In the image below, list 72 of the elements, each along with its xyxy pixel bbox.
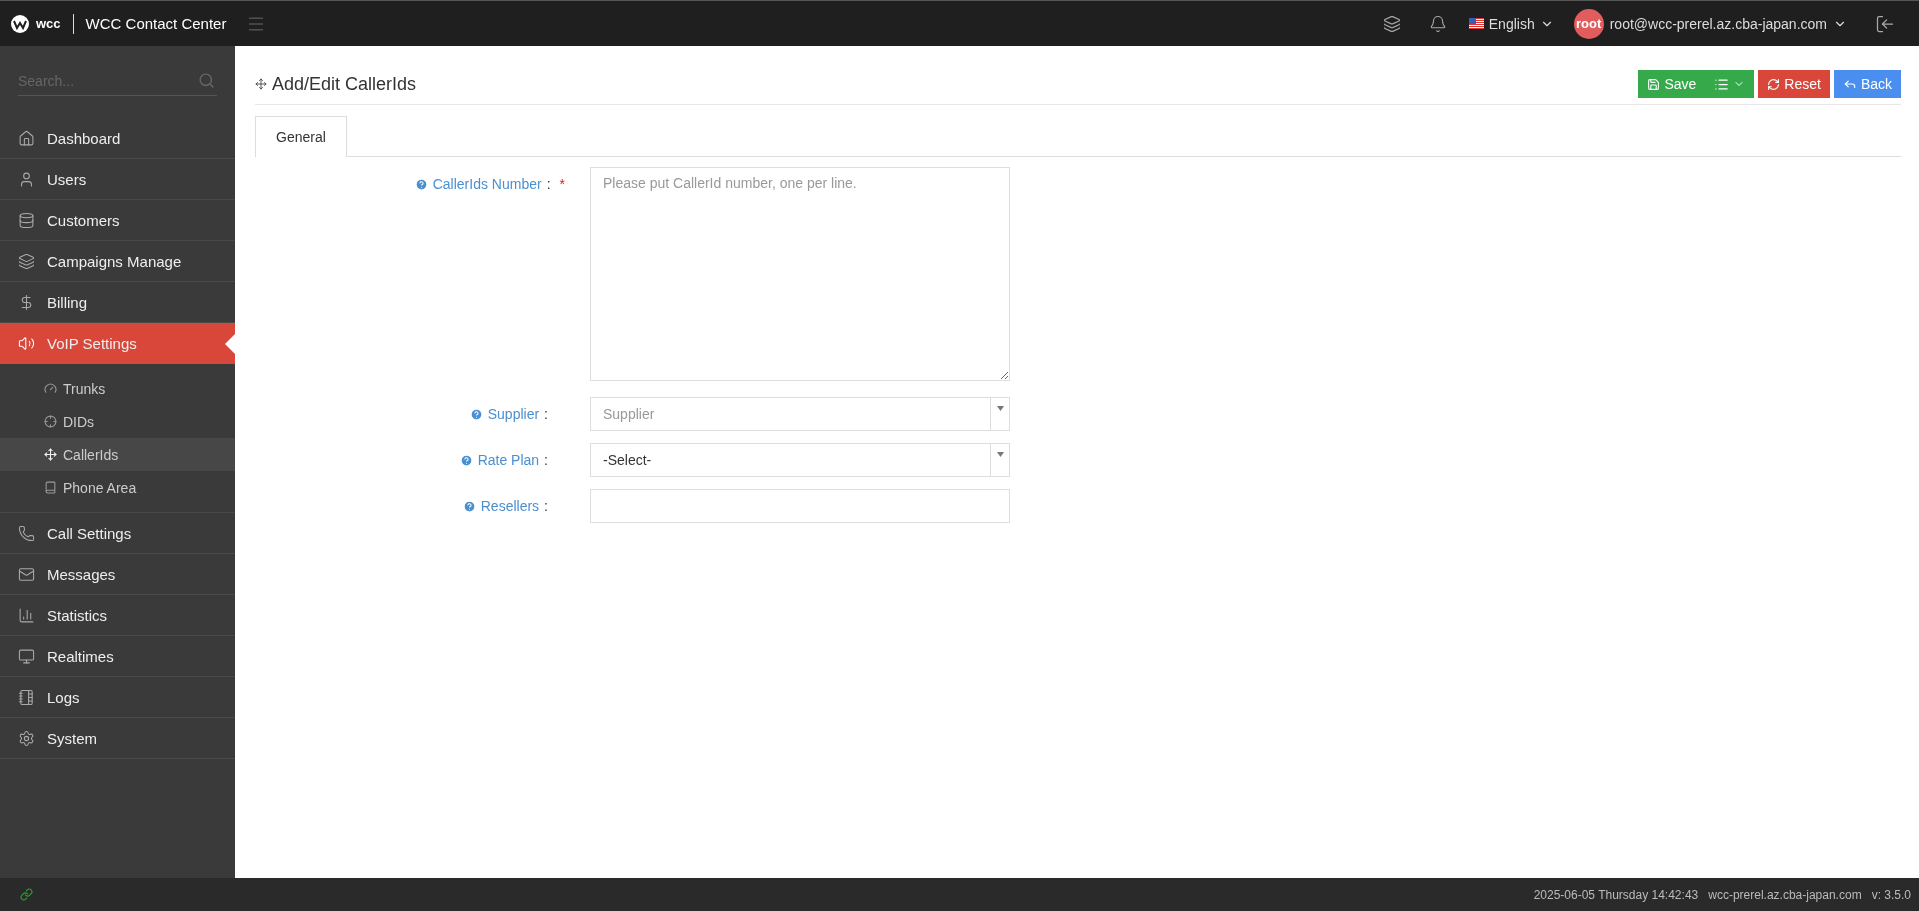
search-icon[interactable] bbox=[198, 72, 215, 89]
field-label: Resellers bbox=[480, 498, 540, 514]
phone-icon bbox=[18, 524, 35, 542]
refresh-icon bbox=[1767, 77, 1781, 91]
logout-icon[interactable] bbox=[1875, 13, 1895, 34]
sidebar-item[interactable]: VoIP Settings bbox=[0, 323, 235, 364]
move-icon bbox=[255, 78, 267, 90]
database-icon bbox=[18, 211, 35, 229]
language-dropdown[interactable]: English bbox=[1468, 15, 1554, 32]
label-colon: : bbox=[546, 176, 551, 192]
speaker-icon bbox=[18, 335, 35, 352]
field-label: Rate Plan bbox=[477, 452, 540, 468]
app-title: WCC Contact Center bbox=[85, 15, 227, 32]
help-icon[interactable] bbox=[462, 499, 476, 513]
label-colon: : bbox=[544, 498, 548, 514]
sidebar-item[interactable]: Call Settings bbox=[0, 513, 235, 554]
user-avatar: root bbox=[1573, 8, 1604, 39]
book-icon bbox=[44, 481, 57, 494]
sidebar-item[interactable]: Customers bbox=[0, 200, 235, 241]
move-icon bbox=[44, 448, 57, 461]
home-icon bbox=[18, 129, 35, 147]
menu-dropdown-button[interactable] bbox=[1705, 70, 1755, 98]
callerids-textarea[interactable]: Please put CallerId number, one per line. bbox=[590, 167, 1010, 381]
notebook-icon bbox=[18, 688, 35, 706]
reply-arrow-icon bbox=[1842, 77, 1857, 91]
sidebar-item[interactable]: Users bbox=[0, 159, 235, 200]
sidebar-item[interactable]: Campaigns Manage bbox=[0, 241, 235, 282]
logo-text: wcc bbox=[36, 16, 61, 31]
status-host: wcc-prerel.az.cba-japan.com bbox=[1708, 887, 1862, 902]
sidebar-item[interactable]: Messages bbox=[0, 554, 235, 595]
field-label: Supplier bbox=[487, 406, 540, 422]
logo-icon bbox=[10, 13, 30, 34]
status-version: v: 3.5.0 bbox=[1871, 887, 1911, 902]
help-icon[interactable] bbox=[459, 453, 473, 467]
submenu-item[interactable]: DIDs bbox=[0, 405, 235, 438]
sidebar-item[interactable]: Dashboard bbox=[0, 118, 235, 159]
help-icon[interactable] bbox=[414, 177, 428, 191]
connection-icon bbox=[20, 888, 33, 901]
list-icon bbox=[1714, 76, 1730, 92]
caret-icon bbox=[996, 406, 1004, 411]
submenu-item[interactable]: Phone Area bbox=[0, 471, 235, 504]
crosshair-icon bbox=[44, 415, 57, 428]
label-colon: : bbox=[544, 406, 548, 422]
monitor-icon bbox=[18, 647, 35, 665]
floppy-icon bbox=[1647, 77, 1661, 91]
sidebar-item[interactable]: Realtimes bbox=[0, 636, 235, 677]
bar-chart-icon bbox=[18, 606, 35, 624]
tab[interactable]: General bbox=[255, 116, 347, 157]
sidebar-item[interactable]: Statistics bbox=[0, 595, 235, 636]
layers-icon bbox=[18, 252, 35, 270]
submenu-item[interactable]: CallerIds bbox=[0, 438, 235, 471]
submenu-item[interactable]: Trunks bbox=[0, 372, 235, 405]
layers-icon[interactable] bbox=[1382, 14, 1401, 33]
bell-icon[interactable] bbox=[1428, 14, 1447, 33]
label-colon: : bbox=[544, 452, 548, 468]
sidebar-item[interactable]: System bbox=[0, 718, 235, 759]
reset-button[interactable]: Reset bbox=[1758, 70, 1830, 98]
caret-icon bbox=[996, 452, 1004, 457]
flag-icon bbox=[1468, 18, 1484, 29]
help-icon[interactable] bbox=[469, 407, 483, 421]
field-label: CallerIds Number bbox=[432, 176, 542, 192]
user-menu[interactable]: root@wcc-prerel.az.cba-japan.com bbox=[1609, 15, 1847, 32]
envelope-icon bbox=[18, 565, 35, 583]
status-datetime: 2025-06-05 Thursday 14:42:43 bbox=[1533, 887, 1699, 902]
user-icon bbox=[18, 170, 35, 188]
input-field[interactable] bbox=[590, 489, 1010, 523]
sidebar-item[interactable]: Logs bbox=[0, 677, 235, 718]
page-title: Add/Edit CallerIds bbox=[272, 73, 417, 95]
required-mark: * bbox=[559, 176, 565, 192]
select-field[interactable]: -Select- bbox=[590, 443, 1010, 477]
gauge-icon bbox=[44, 382, 57, 395]
gear-icon bbox=[18, 729, 35, 747]
